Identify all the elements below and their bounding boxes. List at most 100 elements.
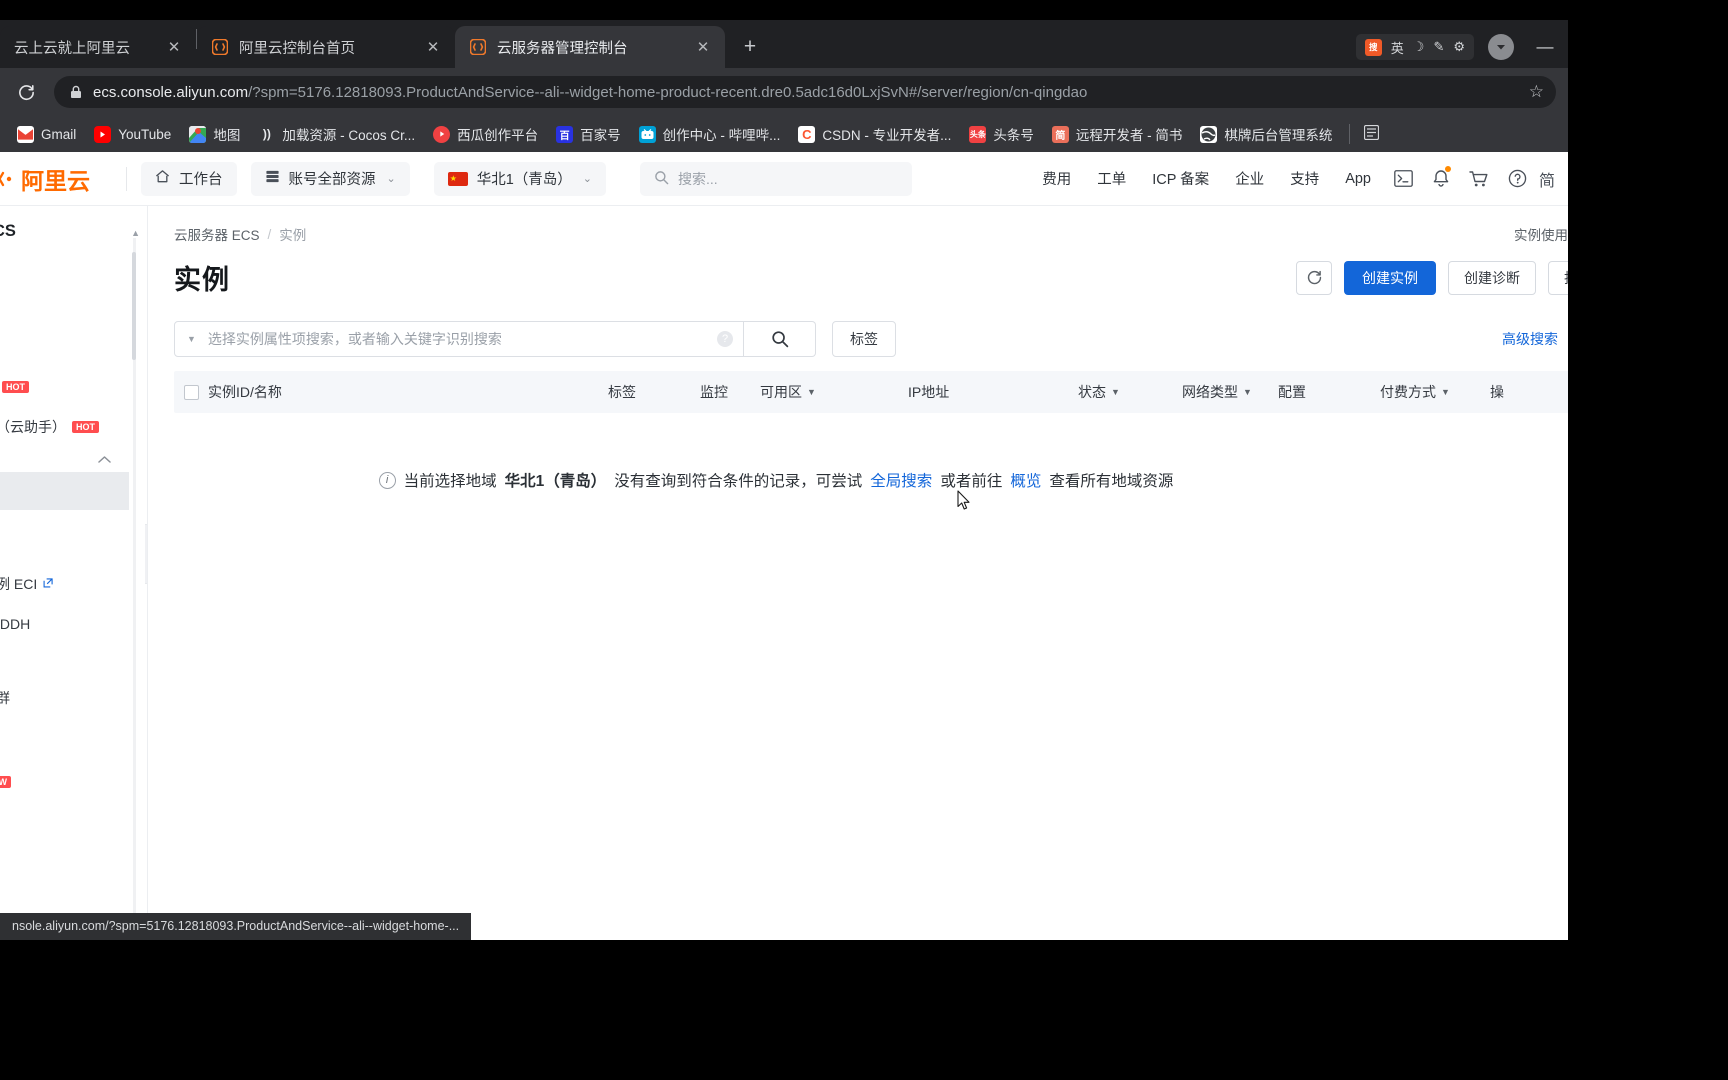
cocos-icon: )) [262, 127, 271, 141]
close-icon[interactable]: ✕ [421, 35, 445, 59]
cart-icon[interactable] [1460, 162, 1498, 196]
sidebar-item-6[interactable] [0, 644, 129, 678]
baijiahao-icon: 百 [556, 125, 574, 143]
language-icon[interactable]: 简 [1536, 162, 1558, 196]
column-label: 监控 [700, 384, 728, 400]
terminal-icon[interactable] [1384, 162, 1422, 196]
new-tab-button[interactable]: + [733, 30, 767, 64]
column-instance-id: 实例ID/名称 [208, 382, 608, 402]
select-all-checkbox[interactable] [183, 384, 199, 400]
bookmark-youtube[interactable]: YouTube [85, 122, 180, 147]
bookmark-label: 西瓜创作平台 [457, 128, 539, 143]
bookmark-cocos[interactable]: )) 加载资源 - Cocos Cr... [249, 120, 424, 148]
sort-caret-icon[interactable]: ▼ [1111, 387, 1120, 397]
sidebar-item-coupon[interactable]: 券 [0, 718, 129, 758]
browser-tab-0[interactable]: 云上云就上阿里云 ✕ [0, 26, 196, 68]
column-network-type[interactable]: 网络类型 ▼ [1182, 382, 1278, 402]
header-link-icp[interactable]: ICP 备案 [1139, 168, 1222, 189]
bookmark-qipai[interactable]: 棋牌后台管理系统 [1191, 120, 1341, 148]
question-mark-icon[interactable]: ? [717, 331, 733, 347]
refresh-icon[interactable] [1296, 260, 1332, 295]
bookmark-star-icon[interactable]: ☆ [1529, 82, 1544, 102]
search-button[interactable] [744, 321, 816, 357]
chevron-down-icon: ⌄ [582, 173, 593, 185]
close-icon[interactable]: ✕ [162, 35, 186, 59]
browser-tab-2[interactable]: 云服务器管理控制台 ✕ [455, 26, 725, 68]
header-link-enterprise[interactable]: 企业 [1222, 168, 1277, 189]
reload-icon[interactable] [12, 78, 40, 106]
sidebar-collapse-group[interactable] [0, 447, 147, 472]
advanced-search-link[interactable]: 高级搜索 [1502, 329, 1558, 349]
xigua-icon [433, 125, 451, 143]
sidebar-item-selected[interactable] [0, 472, 129, 510]
sidebar-scrollbar[interactable] [131, 238, 138, 940]
minimize-button[interactable]: — [1528, 37, 1562, 57]
browser-tab-1[interactable]: 阿里云控制台首页 ✕ [197, 26, 455, 68]
china-flag-icon: ★ [447, 171, 468, 186]
create-instance-button[interactable]: 创建实例 [1344, 260, 1436, 295]
empty-middle2: 或者前往 [940, 473, 1003, 490]
chevron-down-icon[interactable]: ▼ [187, 334, 196, 344]
bookmark-maps[interactable]: 地图 [180, 120, 249, 148]
sort-caret-icon[interactable]: ▼ [1441, 387, 1450, 397]
moon-icon[interactable]: ☽ [1413, 39, 1425, 55]
sidebar-item-eci[interactable]: 实例 ECI [0, 564, 129, 604]
sidebar-item-0[interactable]: 查 HOT [0, 367, 129, 407]
bookmarks-divider [1349, 124, 1351, 144]
empty-state-message: i 当前选择地域 华北1（青岛） 没有查询到符合条件的记录，可尝试 全局搜索 或者前往概… [174, 469, 1568, 491]
address-bar[interactable]: ecs.console.aliyun.com/?spm=5176.1281809… [54, 76, 1556, 108]
workbench-button[interactable]: 工作台 [141, 161, 237, 196]
console-search-input[interactable]: 搜索... [640, 161, 913, 196]
bookmark-xigua[interactable]: 西瓜创作平台 [424, 120, 547, 148]
header-link-fee[interactable]: 费用 [1029, 168, 1084, 189]
sort-caret-icon[interactable]: ▼ [1243, 387, 1252, 397]
column-label: 可用区 [760, 384, 802, 400]
breadcrumb-root[interactable]: 云服务器 ECS [174, 224, 260, 244]
sidebar-item-1[interactable]: 件（云助手） HOT [0, 407, 129, 447]
global-search-link[interactable]: 全局搜索 [870, 469, 932, 491]
bookmark-csdn[interactable]: C CSDN - 专业开发者... [789, 120, 960, 148]
ime-indicator[interactable]: 搜 英 ☽ ✎ ⚙ [1355, 34, 1474, 60]
sort-caret-icon[interactable]: ▼ [807, 387, 816, 397]
sidebar-item-new[interactable]: NEW [0, 758, 129, 798]
scrollbar-thumb[interactable] [132, 252, 136, 360]
overview-link[interactable]: 概览 [1010, 469, 1041, 491]
instance-filter-input[interactable]: ▼ 选择实例属性项搜索，或者输入关键字识别搜索 ? [174, 321, 744, 357]
pen-icon[interactable]: ✎ [1433, 39, 1444, 55]
column-status[interactable]: 状态 ▼ [1078, 382, 1182, 402]
create-diagnosis-button[interactable]: 创建诊断 [1448, 260, 1536, 295]
filter-placeholder: 选择实例属性项搜索，或者输入关键字识别搜索 [207, 331, 502, 347]
tag-filter-button[interactable]: 标签 [832, 321, 896, 357]
close-icon[interactable]: ✕ [691, 35, 715, 59]
scroll-up-icon[interactable]: ▲ [131, 228, 140, 238]
page-actions: 创建实例 创建诊断 批 [1296, 260, 1568, 295]
bookmark-jianshu[interactable]: 简 远程开发者 - 简书 [1043, 120, 1192, 148]
header-link-support[interactable]: 支持 [1277, 168, 1332, 189]
sidebar-item-cluster[interactable]: 集群 [0, 678, 129, 718]
help-icon[interactable] [1498, 162, 1536, 196]
instance-usage-label[interactable]: 实例使用 [1514, 224, 1568, 244]
bookmark-label: YouTube [118, 126, 172, 142]
sidebar-item-ddh[interactable]: 机 DDH [0, 604, 129, 644]
bookmark-baijiahao[interactable]: 百 百家号 [547, 120, 630, 148]
all-resources-button[interactable]: 账号全部资源 ⌄ [250, 161, 410, 196]
column-payment[interactable]: 付费方式 ▼ [1380, 382, 1490, 402]
profile-avatar[interactable] [1488, 34, 1514, 60]
bookmark-toutiao[interactable]: 头条 头条号 [960, 120, 1043, 148]
batch-button[interactable]: 批 [1548, 260, 1568, 295]
aliyun-logo[interactable]: 阿里云 [0, 162, 108, 196]
gear-icon[interactable]: ⚙ [1453, 39, 1465, 55]
select-all-cell[interactable] [174, 384, 208, 400]
breadcrumb-separator: / [267, 226, 272, 242]
bookmark-bilibili[interactable]: 创作中心 - 哔哩哔... [630, 120, 790, 148]
column-zone[interactable]: 可用区 ▼ [760, 382, 908, 402]
sidebar-item-label: 件（云助手） [0, 419, 66, 435]
header-link-ticket[interactable]: 工单 [1084, 168, 1139, 189]
reading-list-icon[interactable] [1358, 124, 1385, 144]
youtube-icon [94, 125, 112, 143]
bookmark-gmail[interactable]: Gmail [8, 122, 85, 147]
region-selector[interactable]: ★ 华北1（青岛） ⌄ [433, 161, 607, 196]
column-label: 付费方式 [1380, 384, 1436, 400]
bell-icon[interactable] [1422, 162, 1460, 196]
header-link-app[interactable]: App [1332, 171, 1384, 187]
